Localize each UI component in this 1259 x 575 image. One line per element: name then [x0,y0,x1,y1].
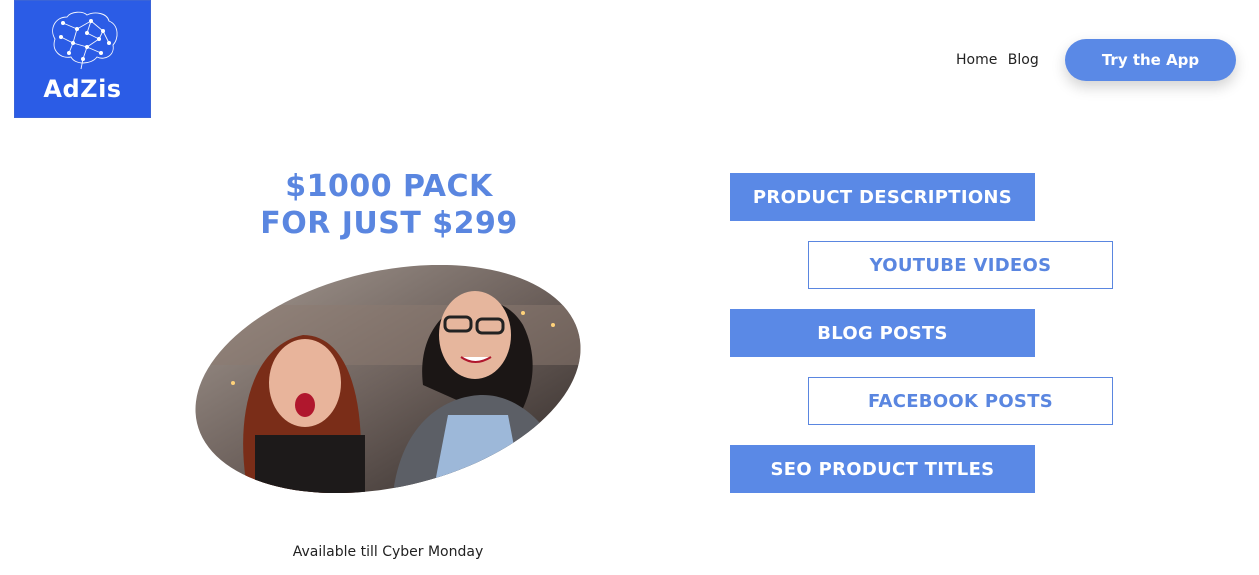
service-youtube-videos: YOUTUBE VIDEOS [808,241,1113,289]
brand-logo[interactable]: AdZis [14,0,151,118]
service-product-descriptions: PRODUCT DESCRIPTIONS [730,173,1035,221]
nav-home-link[interactable]: Home [956,52,997,68]
promo-caption: Available till Cyber Monday [292,544,484,560]
top-nav: Home Blog [956,52,1045,68]
promo-headline: $1000 PACK FOR JUST $299 [230,168,548,242]
service-facebook-posts: FACEBOOK POSTS [808,377,1113,425]
brand-name: AdZis [43,75,122,103]
service-seo-product-titles: SEO PRODUCT TITLES [730,445,1035,493]
promo-headline-line1: $1000 PACK [285,169,493,204]
nav-blog-link[interactable]: Blog [1008,52,1039,68]
promo-headline-line2: FOR JUST $299 [260,206,518,241]
service-blog-posts: BLOG POSTS [730,309,1035,357]
try-the-app-button[interactable]: Try the App [1065,39,1236,81]
brain-network-icon [52,11,118,70]
promo-photo [193,265,583,493]
